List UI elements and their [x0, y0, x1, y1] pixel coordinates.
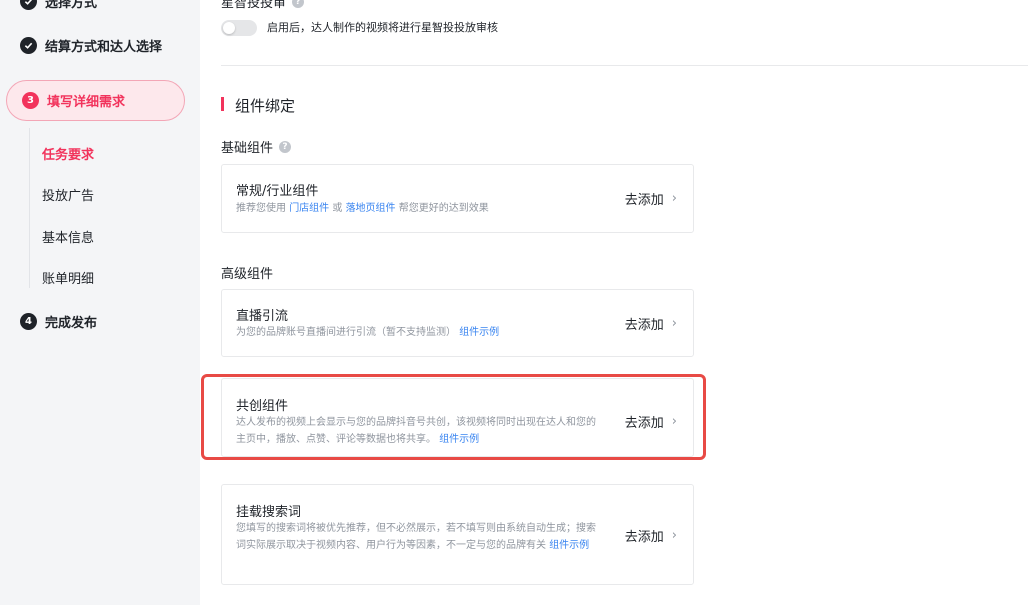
desc-text: 帮您更好的达到效果 [398, 203, 489, 214]
card-live-traffic[interactable]: 直播引流 为您的品牌账号直播间进行引流（暂不支持监测） 组件示例 去添加 › [221, 289, 694, 357]
step-label: 结算方式和达人选择 [45, 40, 163, 55]
step-label: 填写详细需求 [47, 95, 126, 110]
step-label: 完成发布 [45, 316, 98, 331]
toggle-knob [223, 22, 235, 34]
add-button[interactable]: 去添加 › [625, 314, 677, 333]
main-content: 星智投投审 ? 启用后，达人制作的视频将进行星智投投放审核 组件绑定 基础组件 … [200, 0, 1028, 605]
card-industry-components[interactable]: 常规/行业组件 推荐您使用 门店组件 或 落地页组件 帮您更好的达到效果 去添加… [221, 164, 694, 233]
help-icon[interactable]: ? [279, 140, 292, 153]
section-title: 组件绑定 [235, 97, 296, 115]
sidebar-item-ads[interactable]: 投放广告 [42, 185, 94, 204]
add-button[interactable]: 去添加 › [625, 526, 677, 545]
sidebar-item-task-requirements[interactable]: 任务要求 [42, 144, 94, 163]
add-label: 去添加 [624, 193, 664, 208]
card-description: 您填写的搜索词将被优先推荐，但不必然展示，若不填写则由系统自动生成；搜索词实际展… [236, 520, 596, 554]
card-title: 挂载搜索词 [236, 505, 302, 520]
card-title: 直播引流 [236, 309, 289, 324]
toggle-title-text: 星智投投审 [221, 0, 287, 11]
desc-text: 或 [332, 203, 343, 214]
landing-page-component-link[interactable]: 落地页组件 [346, 203, 396, 214]
help-icon[interactable]: ? [292, 0, 305, 8]
check-icon [20, 37, 37, 54]
step-number: 4 [20, 313, 37, 330]
basic-components-label: 基础组件 ? [221, 137, 292, 156]
highlight-box [201, 374, 706, 460]
store-component-link[interactable]: 门店组件 [289, 203, 329, 214]
sidebar-item-basic-info[interactable]: 基本信息 [42, 227, 94, 246]
card-description: 为您的品牌账号直播间进行引流（暂不支持监测） 组件示例 [236, 324, 596, 341]
advanced-components-label: 高级组件 [221, 263, 273, 282]
step-4[interactable]: 4 完成发布 [20, 312, 97, 331]
desc-text: 推荐您使用 [236, 203, 286, 214]
add-label: 去添加 [624, 530, 664, 545]
sidebar-item-billing[interactable]: 账单明细 [42, 268, 94, 287]
substep-line [29, 128, 30, 288]
group-label-text: 基础组件 [221, 141, 274, 156]
check-icon [20, 0, 37, 10]
sidebar: 选择方式 结算方式和达人选择 3 填写详细需求 任务要求 投放广告 基本信息 账… [0, 0, 200, 605]
desc-text: 您填写的搜索词将被优先推荐，但不必然展示，若不填写则由系统自动生成；搜索词实际展… [236, 523, 596, 551]
divider [221, 65, 1028, 66]
card-search-keywords[interactable]: 挂载搜索词 您填写的搜索词将被优先推荐，但不必然展示，若不填写则由系统自动生成；… [221, 484, 694, 585]
toggle-description: 启用后，达人制作的视频将进行星智投投放审核 [267, 21, 498, 34]
review-toggle[interactable] [221, 20, 257, 36]
add-label: 去添加 [624, 318, 664, 333]
chevron-right-icon: › [671, 316, 677, 331]
group-label-text: 高级组件 [221, 267, 274, 282]
step-3-active[interactable]: 3 填写详细需求 [6, 80, 185, 121]
step-number: 3 [22, 92, 39, 109]
component-example-link[interactable]: 组件示例 [459, 327, 499, 338]
step-2[interactable]: 结算方式和达人选择 [20, 36, 162, 55]
toggle-title: 星智投投审 ? [221, 0, 305, 11]
chevron-right-icon: › [671, 528, 677, 543]
desc-text: 为您的品牌账号直播间进行引流（暂不支持监测） [236, 327, 456, 338]
step-label: 选择方式 [45, 0, 98, 11]
section-accent-bar [221, 97, 224, 111]
step-1[interactable]: 选择方式 [20, 0, 97, 11]
card-description: 推荐您使用 门店组件 或 落地页组件 帮您更好的达到效果 [236, 200, 596, 217]
card-title: 常规/行业组件 [236, 184, 319, 199]
chevron-right-icon: › [671, 191, 677, 206]
component-example-link[interactable]: 组件示例 [549, 540, 589, 551]
add-button[interactable]: 去添加 › [625, 189, 677, 208]
